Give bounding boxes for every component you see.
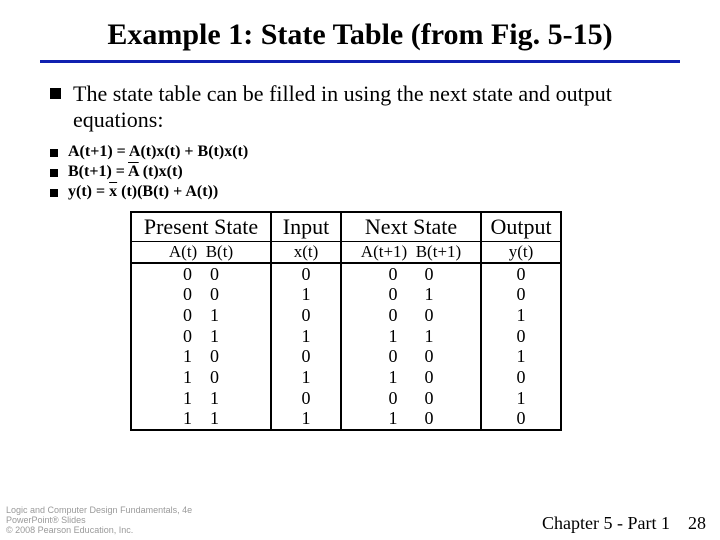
main-bullet-text: The state table can be filled in using t…: [73, 81, 670, 133]
cell-output: 0: [481, 263, 561, 285]
cell-present: 0 0: [131, 263, 271, 285]
sub-present: A(t) B(t): [131, 242, 271, 263]
table-row: 0 000 00: [131, 263, 561, 285]
cell-present: 0 1: [131, 305, 271, 326]
cell-input: 0: [271, 305, 341, 326]
cell-next: 0 1: [341, 284, 481, 305]
footer-credit: Logic and Computer Design Fundamentals, …: [6, 506, 192, 536]
table-row: 1 011 00: [131, 367, 561, 388]
equation-y-text: y(t) = x (t)(B(t) + A(t)): [68, 183, 218, 201]
equation-a-text: A(t+1) = A(t)x(t) + B(t)x(t): [68, 143, 248, 161]
table-row: 0 100 01: [131, 305, 561, 326]
cell-input: 0: [271, 263, 341, 285]
cell-input: 0: [271, 388, 341, 409]
col-next-state: Next State: [341, 212, 481, 242]
cell-output: 0: [481, 367, 561, 388]
state-table: Present State Input Next State Output A(…: [130, 211, 562, 431]
cell-output: 0: [481, 284, 561, 305]
cell-next: 0 0: [341, 346, 481, 367]
cell-next: 1 0: [341, 408, 481, 430]
bullet-square-icon: [50, 88, 61, 99]
table-row: 0 111 10: [131, 326, 561, 347]
table-row: 1 100 01: [131, 388, 561, 409]
cell-present: 0 1: [131, 326, 271, 347]
cell-present: 1 1: [131, 408, 271, 430]
title-rule: [40, 60, 680, 63]
cell-input: 0: [271, 346, 341, 367]
cell-present: 1 0: [131, 367, 271, 388]
cell-input: 1: [271, 284, 341, 305]
cell-present: 1 0: [131, 346, 271, 367]
footer-chapter: Chapter 5 - Part 1: [542, 513, 670, 534]
cell-next: 0 0: [341, 305, 481, 326]
bullet-square-icon: [50, 189, 58, 197]
equation-b-text: B(t+1) = A (t)x(t): [68, 163, 183, 181]
cell-next: 0 0: [341, 388, 481, 409]
table-row: 1 000 01: [131, 346, 561, 367]
cell-output: 0: [481, 326, 561, 347]
bullet-square-icon: [50, 149, 58, 157]
table-row: 1 111 00: [131, 408, 561, 430]
state-table-wrap: Present State Input Next State Output A(…: [0, 203, 720, 431]
sub-input: x(t): [271, 242, 341, 263]
table-row: 0 010 10: [131, 284, 561, 305]
sub-next: A(t+1) B(t+1): [341, 242, 481, 263]
equation-y: y(t) = x (t)(B(t) + A(t)): [0, 183, 720, 203]
slide-title: Example 1: State Table (from Fig. 5-15): [0, 0, 720, 60]
cell-output: 0: [481, 408, 561, 430]
cell-next: 1 0: [341, 367, 481, 388]
cell-next: 1 1: [341, 326, 481, 347]
equation-a: A(t+1) = A(t)x(t) + B(t)x(t): [0, 143, 720, 163]
cell-input: 1: [271, 408, 341, 430]
cell-output: 1: [481, 388, 561, 409]
bullet-square-icon: [50, 169, 58, 177]
cell-present: 0 0: [131, 284, 271, 305]
sub-output: y(t): [481, 242, 561, 263]
equation-b: B(t+1) = A (t)x(t): [0, 163, 720, 183]
cell-output: 1: [481, 305, 561, 326]
footer-page-number: 28: [688, 513, 706, 534]
table-header-row: Present State Input Next State Output: [131, 212, 561, 242]
cell-output: 1: [481, 346, 561, 367]
cell-next: 0 0: [341, 263, 481, 285]
main-bullet: The state table can be filled in using t…: [0, 81, 720, 143]
col-input: Input: [271, 212, 341, 242]
col-present-state: Present State: [131, 212, 271, 242]
cell-present: 1 1: [131, 388, 271, 409]
col-output: Output: [481, 212, 561, 242]
table-subheader-row: A(t) B(t) x(t) A(t+1) B(t+1) y(t): [131, 242, 561, 263]
cell-input: 1: [271, 326, 341, 347]
cell-input: 1: [271, 367, 341, 388]
